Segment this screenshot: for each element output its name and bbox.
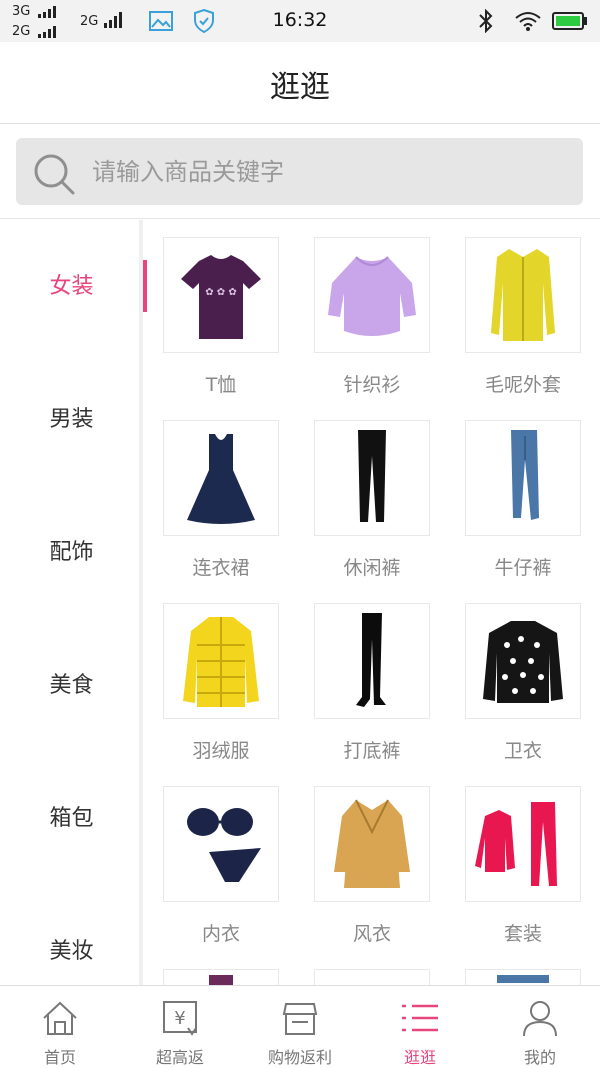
list-icon <box>402 1004 438 1032</box>
sidebar-item-label: 配饰 <box>49 540 94 565</box>
product-image-partial <box>163 969 279 985</box>
category-label: 羽绒服 <box>192 740 250 762</box>
category-label: 连衣裙 <box>192 557 250 579</box>
svg-text:¥: ¥ <box>174 1008 185 1029</box>
category-label: T恤 <box>205 374 237 396</box>
clock: 16:32 <box>272 9 328 31</box>
sidebar-item-label: 美食 <box>49 673 94 698</box>
sidebar-item-label: 男装 <box>49 407 94 432</box>
tab-label: 购物返利 <box>267 1048 332 1067</box>
category-grid: ✿ ✿ ✿ T恤 针织衫 毛呢外套 连衣裙 休闲裤 牛仔裤 羽绒服 打底裤 卫衣… <box>147 220 600 985</box>
category-label: 卫衣 <box>503 740 542 762</box>
home-icon <box>43 1001 77 1035</box>
tracksuit-image <box>465 786 581 902</box>
sidebar-item-label: 美妆 <box>49 939 94 964</box>
leggings-image <box>314 603 430 719</box>
yen-rebate-icon: ¥ <box>163 1001 197 1036</box>
category-label: 针织衫 <box>343 374 401 396</box>
search-input[interactable] <box>92 138 562 205</box>
store-icon <box>282 1003 318 1035</box>
category-label: 毛呢外套 <box>484 374 561 396</box>
dress-image <box>163 420 279 536</box>
category-label: 内衣 <box>201 923 240 945</box>
search-bar <box>0 125 600 219</box>
status-bar: 3G 2G 2G 16:32 <box>0 0 600 42</box>
category-label: 牛仔裤 <box>494 557 552 579</box>
down-jacket-image <box>163 603 279 719</box>
category-label: 套装 <box>503 923 542 945</box>
wifi-icon <box>515 12 541 31</box>
tshirt-image: ✿ ✿ ✿ <box>163 237 279 353</box>
page-header: 逛逛 <box>0 42 600 124</box>
sidebar-item-accessories[interactable]: 配饰 <box>0 486 143 619</box>
sidebar-item-label: 箱包 <box>49 806 94 831</box>
knit-sweater-image <box>314 237 430 353</box>
product-image-partial <box>314 969 430 985</box>
bottom-tab-bar: 首页 ¥ 超高返 购物返利 逛逛 我的 <box>0 985 600 1067</box>
tab-shopping-rebate[interactable]: 购物返利 <box>240 986 360 1068</box>
trench-coat-image <box>314 786 430 902</box>
tab-browse[interactable]: 逛逛 <box>360 986 480 1068</box>
lingerie-image <box>163 786 279 902</box>
tab-profile[interactable]: 我的 <box>480 986 600 1068</box>
hoodie-image <box>465 603 581 719</box>
sidebar-item-womens[interactable]: 女装 <box>0 220 147 353</box>
sidebar-item-food[interactable]: 美食 <box>0 619 143 752</box>
search-box[interactable] <box>16 138 583 205</box>
search-icon <box>34 154 75 195</box>
category-label: 风衣 <box>352 923 391 945</box>
sidebar-item-bags[interactable]: 箱包 <box>0 752 143 885</box>
page-title: 逛逛 <box>270 70 330 105</box>
tab-home[interactable]: 首页 <box>0 986 120 1068</box>
category-label: 打底裤 <box>343 740 401 762</box>
wool-coat-image <box>465 237 581 353</box>
tab-label: 首页 <box>43 1048 76 1067</box>
tab-label: 超高返 <box>155 1048 204 1067</box>
user-icon <box>523 1001 557 1037</box>
sidebar-item-label: 女装 <box>49 274 94 299</box>
tab-high-rebate[interactable]: ¥ 超高返 <box>120 986 240 1068</box>
product-image-partial <box>465 969 581 985</box>
category-sidebar: 女装 男装 配饰 美食 箱包 美妆 <box>0 220 147 985</box>
bluetooth-icon <box>479 9 493 33</box>
jeans-image <box>465 420 581 536</box>
battery-icon <box>552 12 587 30</box>
svg-text:✿ ✿ ✿: ✿ ✿ ✿ <box>205 287 237 298</box>
tab-label: 我的 <box>523 1048 556 1067</box>
category-label: 休闲裤 <box>343 557 401 579</box>
tab-label: 逛逛 <box>403 1048 436 1067</box>
casual-pants-image <box>314 420 430 536</box>
sidebar-item-mens[interactable]: 男装 <box>0 353 143 486</box>
